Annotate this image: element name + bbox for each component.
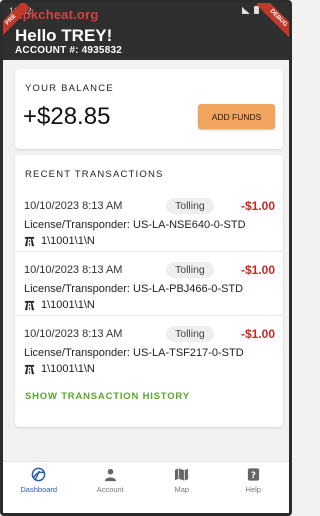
svg-text:?: ? <box>251 470 256 480</box>
balance-label: YOUR BALANCE <box>25 83 114 94</box>
person-icon <box>104 468 116 482</box>
status-icons <box>242 6 259 14</box>
help-icon: ? <box>247 468 259 481</box>
transaction-road: 1\1001\1\N <box>41 363 95 375</box>
signal-icon <box>242 6 250 14</box>
account-number: ACCOUNT #: 4935832 <box>15 45 122 56</box>
app-frame: 10:52 Apkcheat.org PRE DEBUG Hello TREY!… <box>0 0 292 516</box>
transaction-type-badge: Tolling <box>166 326 214 342</box>
transaction-amount: -$1.00 <box>240 199 275 213</box>
dashboard-logo-icon <box>31 467 46 482</box>
nav-map[interactable]: Map <box>146 462 218 499</box>
nav-label: Account <box>96 485 124 494</box>
show-transaction-history-link[interactable]: SHOW TRANSACTION HISTORY <box>25 391 190 402</box>
nav-dashboard[interactable]: Dashboard <box>3 462 75 499</box>
nav-label: Map <box>174 485 190 494</box>
transaction-license: License/Transponder: US-LA-NSE640-0-STD <box>24 219 246 231</box>
transaction-date: 10/10/2023 8:13 AM <box>24 200 123 212</box>
nav-label: Dashboard <box>20 485 58 494</box>
app-header: 10:52 Apkcheat.org PRE DEBUG Hello TREY!… <box>3 3 289 60</box>
system-navigation-bar <box>3 499 289 513</box>
transaction-location: 1\1001\1\N <box>24 299 95 311</box>
transaction-date: 10/10/2023 8:13 AM <box>24 264 123 276</box>
debug-ribbon: DEBUG <box>256 3 289 41</box>
bottom-navigation: Dashboard Account Map ? Help <box>3 461 289 499</box>
transaction-amount: -$1.00 <box>240 263 275 277</box>
transaction-row[interactable]: 10/10/2023 8:13 AM Tolling -$1.00 Licens… <box>15 261 283 319</box>
balance-card: YOUR BALANCE +$28.85 ADD FUNDS <box>15 69 283 149</box>
nav-label: Help <box>245 485 261 494</box>
divider <box>15 251 283 252</box>
transaction-road: 1\1001\1\N <box>41 235 95 247</box>
transaction-license: License/Transponder: US-LA-TSF217-0-STD <box>24 347 244 359</box>
road-icon <box>24 236 35 246</box>
transaction-location: 1\1001\1\N <box>24 235 95 247</box>
nav-account[interactable]: Account <box>75 462 147 499</box>
transaction-type-badge: Tolling <box>166 198 214 214</box>
transaction-amount: -$1.00 <box>240 327 275 341</box>
transaction-row[interactable]: 10/10/2023 8:13 AM Tolling -$1.00 Licens… <box>15 325 283 383</box>
recent-transactions-card: RECENT TRANSACTIONS 10/10/2023 8:13 AM T… <box>15 155 283 427</box>
transaction-location: 1\1001\1\N <box>24 363 95 375</box>
road-icon <box>24 300 35 310</box>
transaction-row[interactable]: 10/10/2023 8:13 AM Tolling -$1.00 Licens… <box>15 197 283 255</box>
road-icon <box>24 364 35 374</box>
transaction-type-badge: Tolling <box>166 262 214 278</box>
transactions-heading: RECENT TRANSACTIONS <box>25 169 164 180</box>
nav-help[interactable]: ? Help <box>218 462 290 499</box>
balance-amount: +$28.85 <box>23 103 111 130</box>
transaction-license: License/Transponder: US-LA-PBJ466-0-STD <box>24 283 244 295</box>
greeting-title: Hello TREY! <box>15 26 113 45</box>
map-icon <box>175 468 189 481</box>
add-funds-button[interactable]: ADD FUNDS <box>198 104 275 129</box>
transaction-date: 10/10/2023 8:13 AM <box>24 328 123 340</box>
transaction-road: 1\1001\1\N <box>41 299 95 311</box>
divider <box>15 315 283 316</box>
